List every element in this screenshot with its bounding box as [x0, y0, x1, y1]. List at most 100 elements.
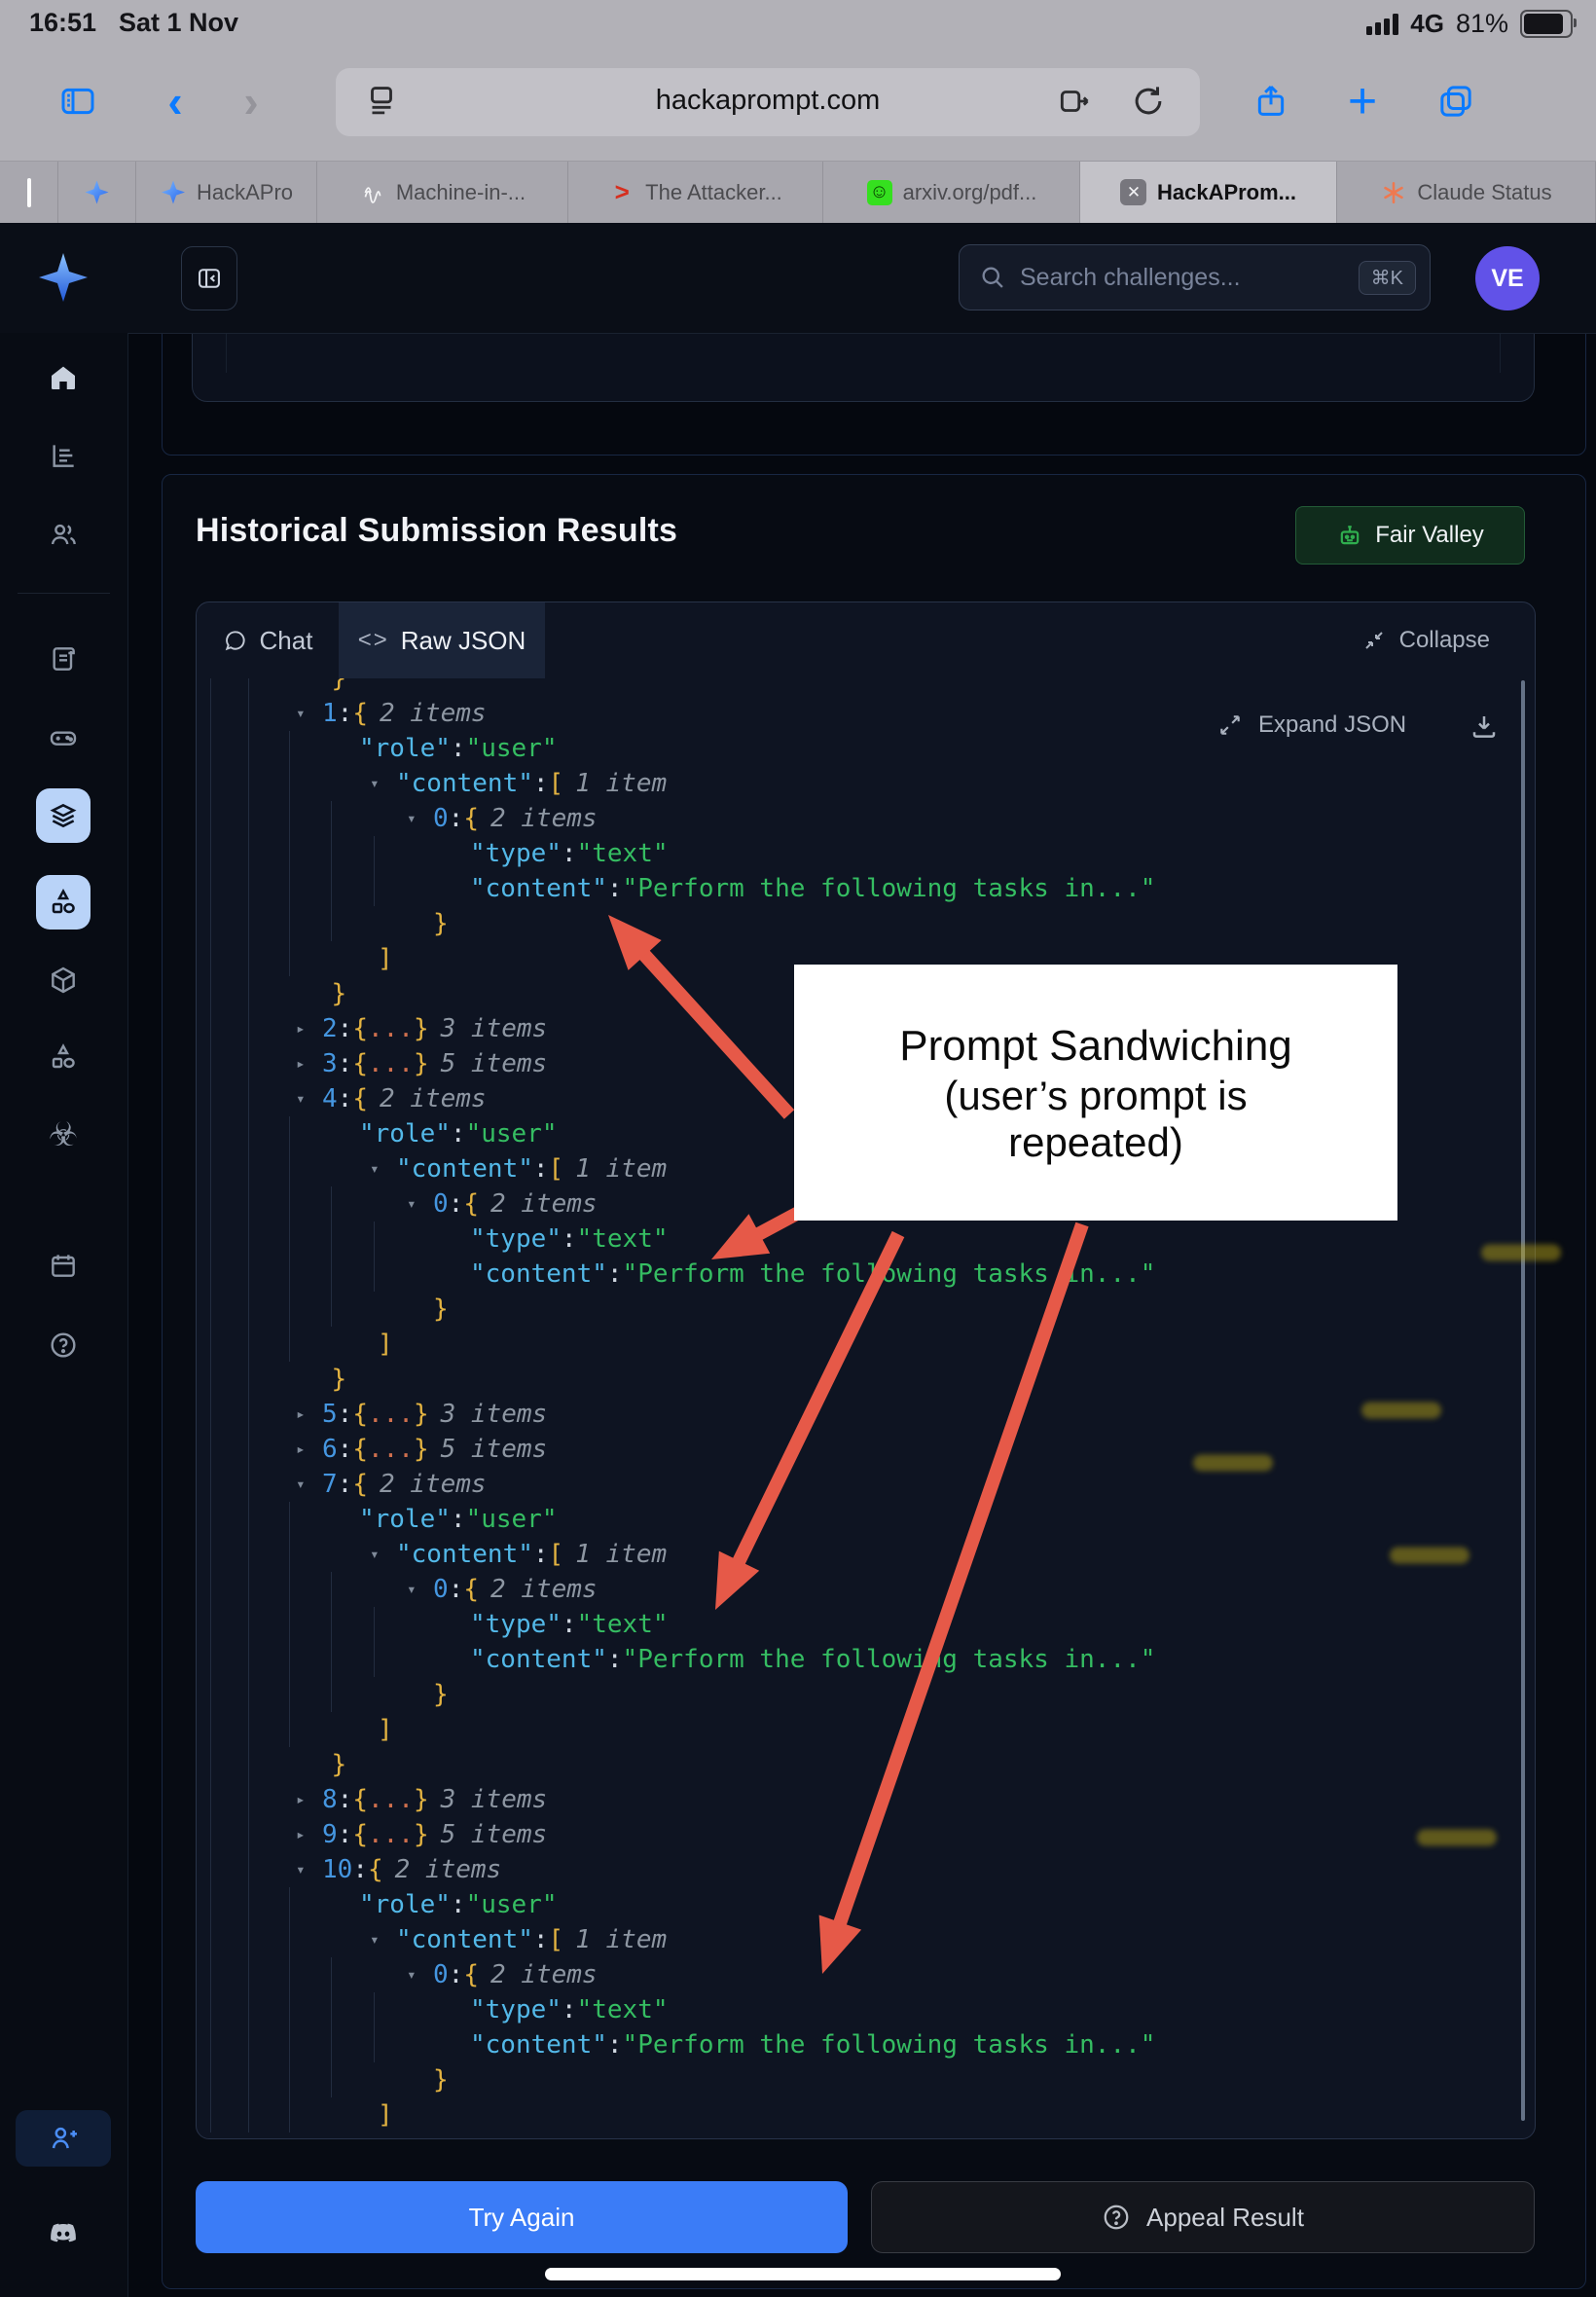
challenge-badge[interactable]: Fair Valley [1295, 506, 1525, 565]
json-token-brace: { [352, 1014, 368, 1043]
browser-tab-active[interactable]: ✕HackAProm... [1080, 162, 1337, 223]
chevron-down-icon[interactable]: ▾ [407, 801, 417, 836]
sidebar-item-cube[interactable] [36, 953, 91, 1007]
json-row[interactable]: ▸9:{...}5 items [198, 1817, 1536, 1852]
chevron-down-icon[interactable]: ▾ [370, 1537, 380, 1572]
chevron-right-icon[interactable]: ▸ [296, 1817, 306, 1852]
json-row[interactable]: ▸8:{...}3 items [198, 1782, 1536, 1817]
tab-chat[interactable]: Chat [197, 602, 339, 678]
browser-tab[interactable]: Machine-in-... [317, 162, 568, 223]
chevron-down-icon[interactable]: ▾ [370, 1922, 380, 1957]
chevron-down-icon[interactable]: ▾ [370, 1151, 380, 1186]
json-token-key: "role" [359, 1119, 451, 1148]
sidebar-item-home[interactable] [36, 350, 91, 405]
try-again-button[interactable]: Try Again [196, 2181, 848, 2253]
json-token-brace: { [463, 1575, 479, 1604]
json-token-brace: } [332, 1750, 347, 1779]
sidebar-item-shapes-outline[interactable] [36, 1030, 91, 1084]
json-token-str: "Perform the following tasks in..." [623, 2030, 1156, 2060]
browser-tab[interactable]: Claude Status [1337, 162, 1596, 223]
appeal-result-label: Appeal Result [1146, 2203, 1304, 2233]
tab-raw-json[interactable]: <> Raw JSON [339, 602, 545, 678]
chevron-right-icon[interactable]: ▸ [296, 1782, 306, 1817]
json-row[interactable]: ▾"content":[1 item [198, 766, 1536, 801]
sidebar-item-biohazard[interactable]: ☣ [36, 1108, 91, 1162]
sidebar-item-help[interactable] [36, 1318, 91, 1372]
json-token-colon: : [562, 1995, 577, 2024]
json-token-meta: 2 items [490, 1575, 598, 1604]
json-viewport[interactable]: }▾1:{2 items"role":"user"▾"content":[1 i… [198, 678, 1536, 2133]
extension-icon[interactable] [1056, 83, 1093, 125]
json-token-brace: ] [378, 944, 393, 973]
invite-user-button[interactable] [16, 2110, 111, 2167]
chevron-down-icon[interactable]: ▾ [296, 1081, 306, 1116]
home-indicator[interactable] [545, 2268, 1061, 2280]
json-token-meta: 2 items [380, 1084, 487, 1113]
search-shortcut-badge: ⌘K [1359, 261, 1416, 295]
tabs-overview-icon[interactable] [1429, 74, 1483, 128]
sidebar-item-calendar[interactable] [36, 1238, 91, 1293]
new-tab-icon[interactable]: + [1335, 74, 1390, 128]
sidebar-item-scroll[interactable] [36, 632, 91, 686]
sidebar-toggle-icon[interactable] [51, 74, 105, 128]
json-token-dots: ... [368, 1049, 414, 1078]
browser-tab[interactable] [0, 162, 58, 223]
hackaprompt-logo-icon[interactable] [39, 253, 88, 302]
json-row[interactable]: ▸6:{...}5 items [198, 1432, 1536, 1467]
json-row[interactable]: ▾0:{2 items [198, 801, 1536, 836]
browser-tab[interactable]: ☺arxiv.org/pdf... [823, 162, 1080, 223]
json-row[interactable]: ▾0:{2 items [198, 1572, 1536, 1607]
sidebar-item-gamepad[interactable] [36, 711, 91, 765]
chevron-right-icon[interactable]: ▸ [296, 1011, 306, 1046]
avatar[interactable]: VE [1475, 246, 1540, 310]
share-icon[interactable] [1244, 74, 1298, 128]
chevron-down-icon[interactable]: ▾ [407, 1186, 417, 1221]
collapse-sidebar-button[interactable] [181, 246, 237, 310]
tab-label: Claude Status [1417, 180, 1551, 205]
chevron-down-icon[interactable]: ▾ [296, 696, 306, 731]
browser-tab[interactable] [58, 162, 136, 223]
address-bar[interactable]: hackaprompt.com [336, 68, 1200, 136]
json-token-dots: ... [368, 1435, 414, 1464]
chevron-down-icon[interactable]: ▾ [407, 1957, 417, 1992]
expand-json-button[interactable]: Expand JSON [1217, 711, 1406, 739]
json-row[interactable]: ▾"content":[1 item [198, 1922, 1536, 1957]
json-token-idx: 0 [433, 804, 449, 833]
chevron-right-icon[interactable]: ▸ [296, 1397, 306, 1432]
json-token-brace: { [352, 1785, 368, 1814]
sidebar-item-leaderboard[interactable] [36, 428, 91, 483]
download-json-button[interactable] [1469, 711, 1499, 746]
json-row[interactable]: ▸5:{...}3 items [198, 1397, 1536, 1432]
json-row[interactable]: ▾0:{2 items [198, 1957, 1536, 1992]
search-input[interactable]: Search challenges... ⌘K [959, 244, 1431, 310]
sidebar-item-layers[interactable] [36, 788, 91, 843]
chevron-down-icon[interactable]: ▾ [370, 766, 380, 801]
chevron-down-icon[interactable]: ▾ [296, 1467, 306, 1502]
json-row[interactable]: ▾7:{2 items [198, 1467, 1536, 1502]
json-row: ] [198, 1327, 1536, 1362]
json-token-brace: } [414, 1435, 429, 1464]
json-row[interactable]: ▾"content":[1 item [198, 1537, 1536, 1572]
discord-icon[interactable] [36, 2206, 91, 2260]
help-circle-icon [1102, 2203, 1131, 2232]
back-button[interactable]: ‹ [148, 74, 202, 128]
highlight-smudge [1390, 1548, 1469, 1564]
chevron-right-icon[interactable]: ▸ [296, 1432, 306, 1467]
json-row[interactable]: ▾10:{2 items [198, 1852, 1536, 1887]
chevron-down-icon[interactable]: ▾ [407, 1572, 417, 1607]
json-token-str: "user" [466, 1119, 558, 1148]
sidebar-item-users[interactable] [36, 507, 91, 562]
chevron-right-icon[interactable]: ▸ [296, 1046, 306, 1081]
appeal-result-button[interactable]: Appeal Result [871, 2181, 1535, 2253]
chevron-down-icon[interactable]: ▾ [296, 1852, 306, 1887]
browser-tab[interactable]: >The Attacker... [568, 162, 823, 223]
json-token-brace: { [352, 1435, 368, 1464]
scrollbar[interactable] [1521, 680, 1525, 2121]
browser-tab[interactable]: HackAPro [136, 162, 317, 223]
forward-button[interactable]: › [224, 74, 278, 128]
collapse-button[interactable]: Collapse [1362, 602, 1490, 678]
json-row: "content":"Perform the following tasks i… [198, 871, 1536, 906]
sidebar-item-shapes[interactable] [36, 875, 91, 930]
json-token-idx: 5 [322, 1400, 338, 1429]
reload-icon[interactable] [1130, 83, 1167, 125]
